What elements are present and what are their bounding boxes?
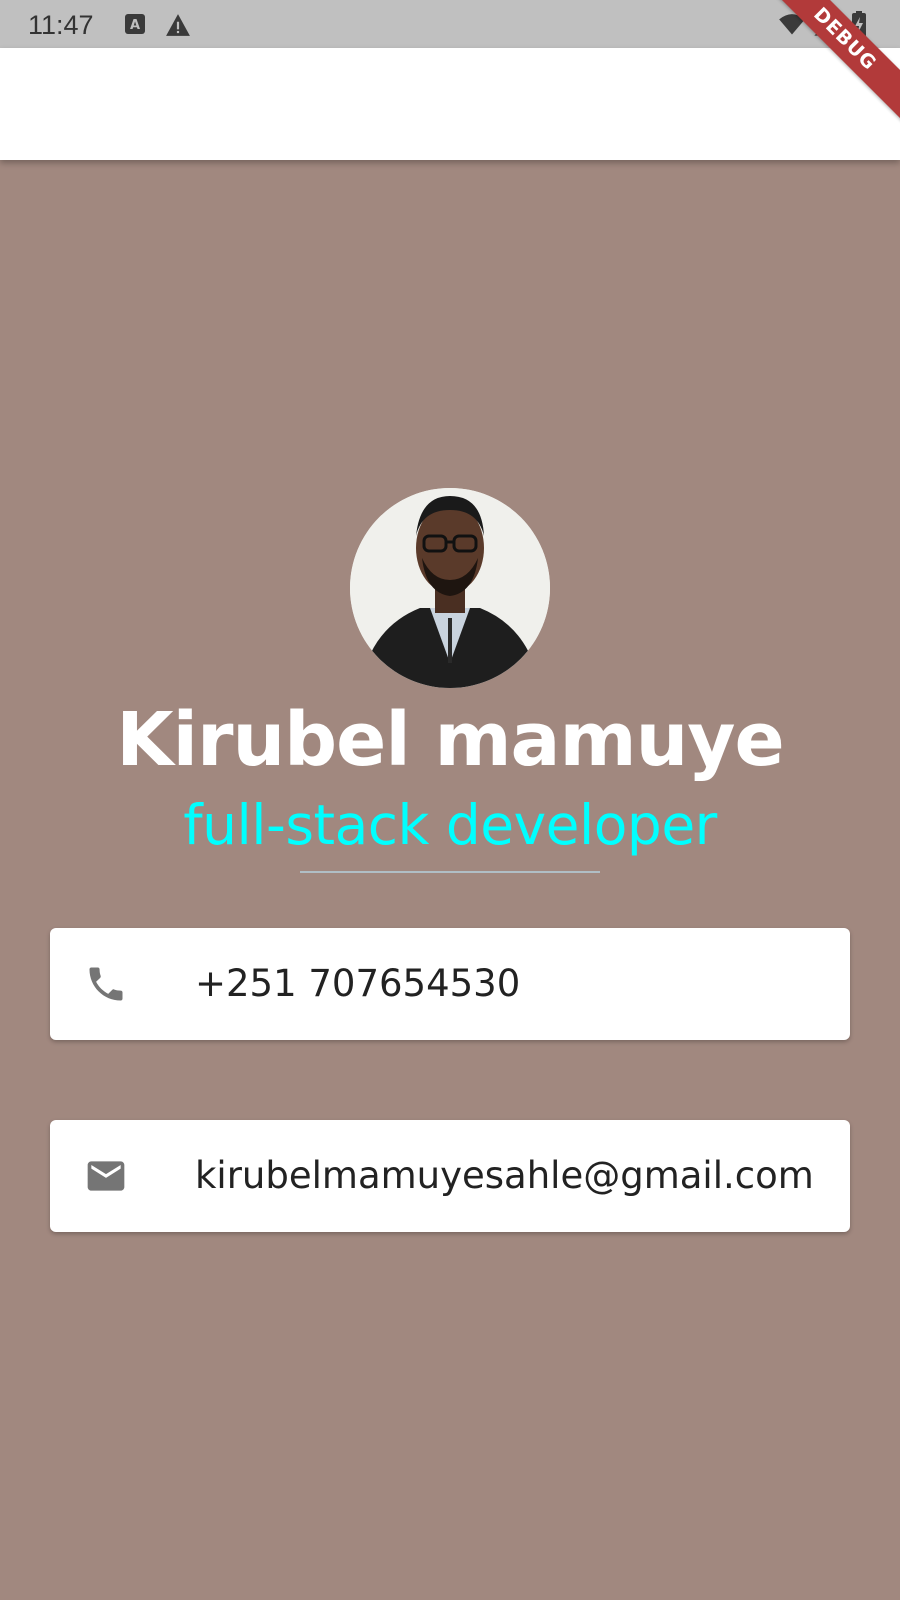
svg-text:A: A bbox=[130, 18, 140, 33]
email-card[interactable]: kirubelmamuyesahle@gmail.com bbox=[50, 1120, 850, 1232]
divider bbox=[300, 871, 600, 873]
phone-icon bbox=[84, 962, 128, 1006]
warning-icon bbox=[165, 12, 191, 38]
avatar-photo bbox=[350, 488, 550, 688]
app-bar bbox=[0, 48, 900, 160]
status-bar: 11:47 A bbox=[0, 0, 900, 48]
status-time: 11:47 bbox=[28, 10, 94, 40]
avatar bbox=[350, 488, 550, 688]
mail-icon bbox=[84, 1154, 128, 1198]
email-address: kirubelmamuyesahle@gmail.com bbox=[195, 1154, 814, 1197]
profile-name: Kirubel mamuye bbox=[116, 697, 784, 783]
phone-number: +251 707654530 bbox=[195, 962, 521, 1005]
phone-card[interactable]: +251 707654530 bbox=[50, 928, 850, 1040]
keyboard-a-icon: A bbox=[123, 12, 149, 38]
profile-title: full-stack developer bbox=[183, 793, 717, 857]
